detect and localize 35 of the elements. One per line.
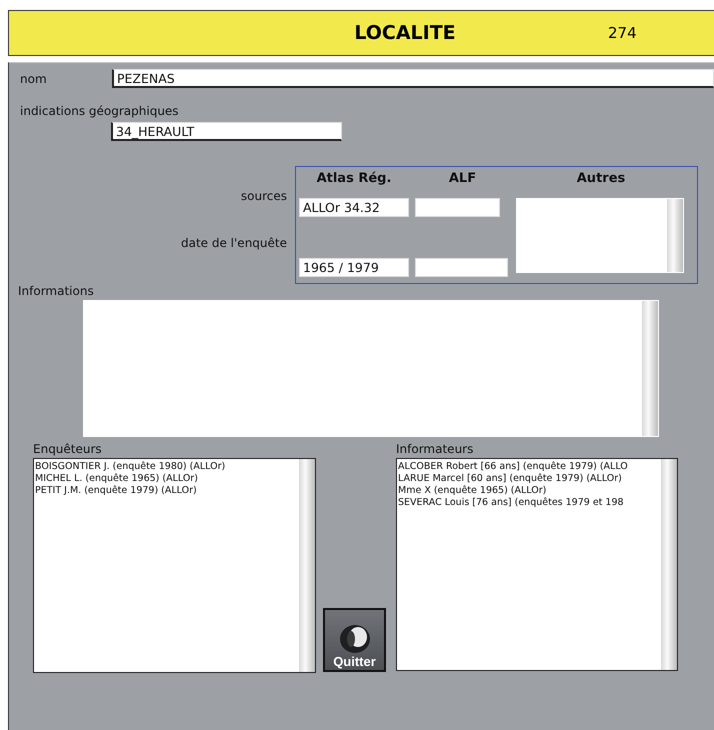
section-label: Informateurs — [396, 442, 474, 456]
notes-area[interactable] — [83, 300, 659, 437]
informants-list[interactable]: ALCOBER Robert [66 ans] (enquête 1979) (ALLO LARUE Marcel [60 ans] (enquête 1979) (ALLOr) Mme X (enquête 1965) (ALLOr) SEVERAC Louis [76 ans] (enquêtes 1979 et 198 — [396, 458, 678, 671]
list-item[interactable]: PETIT J.M. (enquête 1979) (ALLOr) — [35, 485, 197, 497]
column-header: ALF — [448, 171, 478, 188]
list-item[interactable]: MICHEL L. (enquête 1965) (ALLOr) — [35, 473, 198, 485]
investigators-list[interactable]: BOISGONTIER J. (enquête 1980) (ALLOr) MICHEL L. (enquête 1965) (ALLOr) PETIT J.M. (enquête 1979) (ALLOr) — [33, 458, 316, 673]
scrollbar[interactable] — [299, 459, 315, 672]
list-item[interactable]: ALCOBER Robert [66 ans] (enquête 1979) (ALLO — [398, 461, 628, 473]
section-label: Informations — [18, 284, 94, 298]
others-list[interactable] — [516, 198, 684, 272]
list-item[interactable]: SEVERAC Louis [76 ans] (enquêtes 1979 et 198 — [398, 497, 624, 509]
section-label: Enquêteurs — [33, 442, 102, 456]
scrollbar[interactable] — [642, 301, 658, 436]
list-item[interactable]: BOISGONTIER J. (enquête 1980) (ALLOr) — [35, 461, 226, 473]
field-label: date de l'enquête — [180, 236, 287, 250]
column-header: Atlas Rég. — [316, 171, 392, 188]
column-header: Autres — [576, 171, 626, 188]
alf-field[interactable] — [415, 198, 500, 216]
record-number: 274 — [608, 24, 637, 42]
name-field[interactable]: PEZENAS — [112, 69, 714, 88]
sphere-icon — [338, 624, 372, 654]
scrollbar[interactable] — [661, 459, 677, 670]
field-label: indications géographiques — [20, 104, 179, 118]
list-item[interactable]: Mme X (enquête 1965) (ALLOr) — [398, 485, 546, 497]
alf-date-field[interactable] — [415, 258, 508, 278]
field-label: nom — [20, 72, 48, 86]
scrollbar[interactable] — [667, 198, 683, 272]
field-label: sources — [240, 189, 287, 203]
date-field[interactable]: 1965 / 1979 — [299, 258, 409, 278]
window-title: LOCALITE — [353, 22, 457, 44]
atlas-field[interactable]: ALLOr 34.32 — [299, 198, 409, 216]
list-item[interactable]: LARUE Marcel [60 ans] (enquête 1979) (ALLOr) — [398, 473, 622, 485]
quit-button[interactable]: Quitter — [323, 608, 386, 672]
region-field[interactable]: 34_HERAULT — [111, 122, 342, 141]
